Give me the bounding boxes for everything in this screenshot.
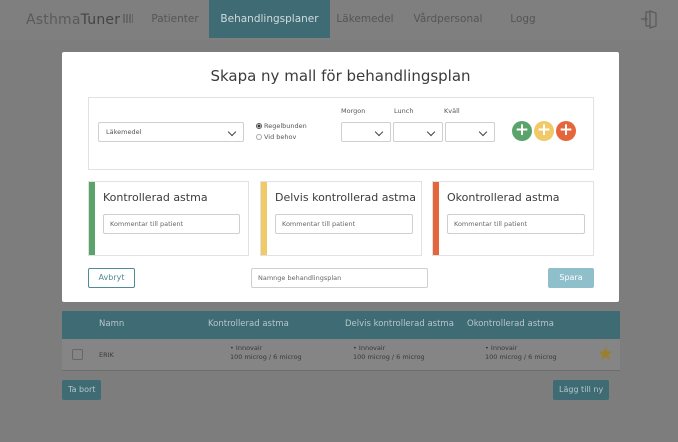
add-orange-plus-icon[interactable]: + (556, 121, 576, 141)
cell-kontrollerad: • Innovair 100 microg / 6 microg (230, 344, 302, 361)
radio-regelbunden-label: Regelbunden (264, 122, 307, 130)
add-yellow-plus-icon[interactable]: + (534, 121, 554, 141)
lunch-dose-select[interactable] (393, 122, 443, 142)
card-kontrollerad: Kontrollerad astma Kommentar till patien… (88, 181, 249, 256)
card-green-bar (89, 182, 95, 255)
logo-text-tuner: Tuner (80, 12, 121, 28)
create-template-modal: Skapa ny mall för behandlingsplan Läkeme… (62, 52, 619, 302)
nav-logg[interactable]: Logg (504, 0, 542, 38)
col-header-name: Namn (99, 319, 125, 329)
cell-delvis: • Innovair 100 microg / 6 microg (353, 344, 425, 361)
row-name: ERIK (99, 351, 114, 359)
plan-name-placeholder: Namnge behandlingsplan (258, 274, 342, 282)
cell-okontrollerad: • Innovair 100 microg / 6 microg (485, 344, 557, 361)
add-green-plus-icon[interactable]: + (512, 121, 532, 141)
cell-kontrollerad-drug: Innovair (235, 344, 263, 352)
comment-placeholder: Kommentar till patient (110, 220, 184, 228)
cell-okontrollerad-dose: 100 microg / 6 microg (485, 353, 557, 361)
card-okontrollerad-title: Okontrollerad astma (447, 191, 560, 204)
col-header-okontrollerad: Okontrollerad astma (467, 319, 554, 329)
nav-behandlingsplaner[interactable]: Behandlingsplaner (209, 0, 330, 38)
comment-input-okontrollerad[interactable]: Kommentar till patient (447, 214, 585, 234)
logo-text-asthma: Asthma (26, 12, 81, 28)
logout-door-icon[interactable] (641, 9, 659, 29)
card-okontrollerad: Okontrollerad astma Kommentar till patie… (432, 181, 594, 256)
morgon-dose-select[interactable] (341, 122, 391, 142)
cell-okontrollerad-drug: Innovair (490, 344, 518, 352)
card-orange-bar (433, 182, 439, 255)
card-kontrollerad-title: Kontrollerad astma (103, 191, 208, 204)
chevron-down-icon (227, 127, 237, 137)
time-label-lunch: Lunch (394, 107, 414, 115)
top-nav: AsthmaTuner Patienter Behandlingsplaner … (0, 0, 678, 40)
add-new-button[interactable]: Lägg till ny (553, 380, 610, 400)
radio-vid-behov[interactable]: Vid behov (256, 133, 296, 141)
radio-unchecked-icon (256, 134, 262, 140)
comment-placeholder: Kommentar till patient (282, 220, 356, 228)
logo-grid-icon (123, 14, 134, 23)
delete-button[interactable]: Ta bort (62, 380, 102, 400)
card-yellow-bar (261, 182, 267, 255)
cell-delvis-dose: 100 microg / 6 microg (353, 353, 425, 361)
app-logo[interactable]: AsthmaTuner (26, 12, 134, 28)
time-label-morgon: Morgon (341, 107, 366, 115)
nav-patienter[interactable]: Patienter (148, 0, 202, 38)
row-checkbox[interactable] (72, 349, 83, 360)
col-header-kontrollerad: Kontrollerad astma (208, 319, 289, 329)
save-button[interactable]: Spara (548, 268, 594, 288)
card-delvis-title: Delvis kontrollerad astma (275, 191, 416, 204)
col-header-delvis: Delvis kontrollerad astma (345, 319, 454, 329)
comment-input-kontrollerad[interactable]: Kommentar till patient (103, 214, 240, 234)
radio-regelbunden[interactable]: Regelbunden (256, 122, 307, 130)
chevron-down-icon (478, 127, 488, 137)
comment-input-delvis[interactable]: Kommentar till patient (275, 214, 413, 234)
time-label-kvall: Kväll (444, 107, 460, 115)
nav-lakemedel[interactable]: Läkemedel (336, 0, 394, 38)
cancel-button[interactable]: Avbryt (88, 268, 135, 288)
cell-delvis-drug: Innovair (358, 344, 386, 352)
chevron-down-icon (426, 127, 436, 137)
radio-vid-behov-label: Vid behov (264, 133, 297, 141)
cell-kontrollerad-dose: 100 microg / 6 microg (230, 353, 302, 361)
chevron-down-icon (374, 127, 384, 137)
medicine-select-label: Läkemedel (106, 128, 142, 136)
plan-name-input[interactable]: Namnge behandlingsplan (251, 268, 428, 288)
kvall-dose-select[interactable] (445, 122, 495, 142)
favorite-star-icon[interactable]: ★ (597, 344, 614, 364)
comment-placeholder: Kommentar till patient (454, 220, 528, 228)
table-row[interactable]: ERIK • Innovair 100 microg / 6 microg • … (62, 339, 620, 371)
nav-vardpersonal[interactable]: Vårdpersonal (408, 0, 488, 38)
modal-title: Skapa ny mall för behandlingsplan (210, 67, 471, 85)
card-delvis: Delvis kontrollerad astma Kommentar till… (260, 181, 422, 256)
medicine-select[interactable]: Läkemedel (98, 122, 244, 142)
plans-table-header: Namn Kontrollerad astma Delvis kontrolle… (62, 311, 620, 339)
radio-checked-icon (256, 123, 262, 129)
